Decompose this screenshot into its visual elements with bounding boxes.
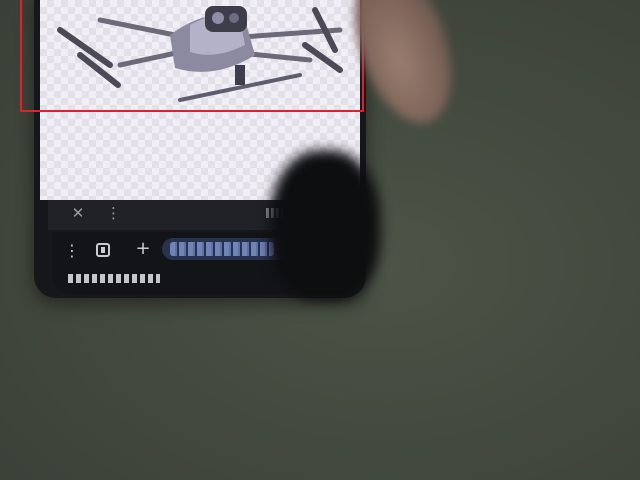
menu-icon[interactable]: ⋮ [64,243,80,259]
tabs-icon[interactable] [96,243,110,257]
close-icon[interactable]: ✕ [70,206,86,221]
plus-icon[interactable]: + [134,240,152,258]
selection-box [20,0,364,112]
kebab-icon[interactable]: ⋮ [106,206,121,221]
thumb-shadow [270,150,380,300]
url-text-blurred [170,242,274,256]
status-bar-icons [68,274,160,283]
photo-scene: ✕ ⋮ ⋮ + [0,0,640,480]
